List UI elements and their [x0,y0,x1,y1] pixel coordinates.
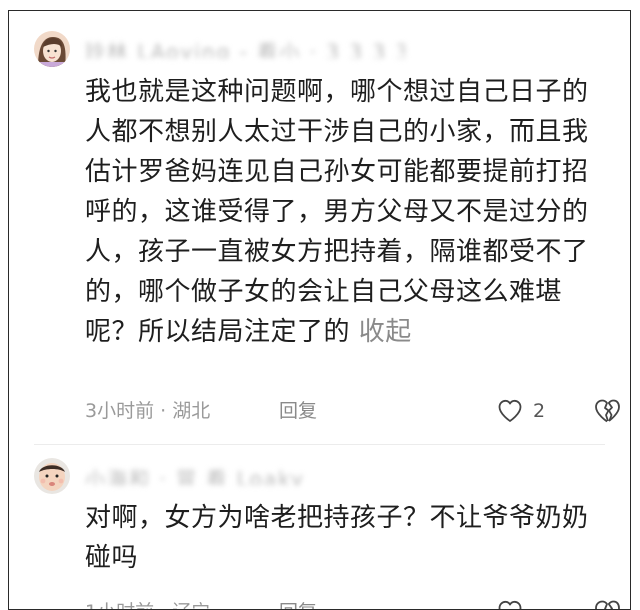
comment-content: 我也就是这种问题啊，哪个想过自己日子的人都不想别人太过干涉自己的小家，而且我估计… [85,77,589,347]
baby-avatar-icon[interactable] [34,458,70,494]
time-location: 3小时前 · 湖北 [85,400,211,422]
username[interactable]: 玲林 LAoving - 看小 · 3 3 3 3 3 3 1 8 [85,36,405,58]
collapse-link[interactable]: 收起 [359,317,412,347]
dislike-icon[interactable] [593,397,621,425]
time-location: 1小时前 · 辽宁 [85,601,210,609]
reply-button[interactable]: 回复 [279,396,317,426]
comment-content: 对啊，女方为啥老把持孩子？不让爷爷奶奶碰吗 [85,503,589,573]
comment-text: 我也就是这种问题啊，哪个想过自己日子的人都不想别人太过干涉自己的小家，而且我估计… [85,72,608,352]
girl-avatar-icon[interactable] [34,31,70,67]
comment-text: 对啊，女方为啥老把持孩子？不让爷爷奶奶碰吗 [85,498,608,578]
username[interactable]: 小海和 · 冒 看 Loaky [85,463,325,485]
like-count: 2 [533,400,546,422]
like-icon[interactable] [497,599,523,610]
reply-button[interactable]: 回复 [279,597,317,609]
comment-divider [34,444,605,445]
like-icon[interactable] [497,398,523,424]
dislike-icon[interactable] [593,598,621,610]
comment-meta: 3小时前 · 湖北 回复 2 [85,396,630,426]
comment-list: 玲林 LAoving - 看小 · 3 3 3 3 3 3 1 8 我也就是这种… [8,10,631,610]
comment-meta: 1小时前 · 辽宁 回复 [85,597,630,610]
